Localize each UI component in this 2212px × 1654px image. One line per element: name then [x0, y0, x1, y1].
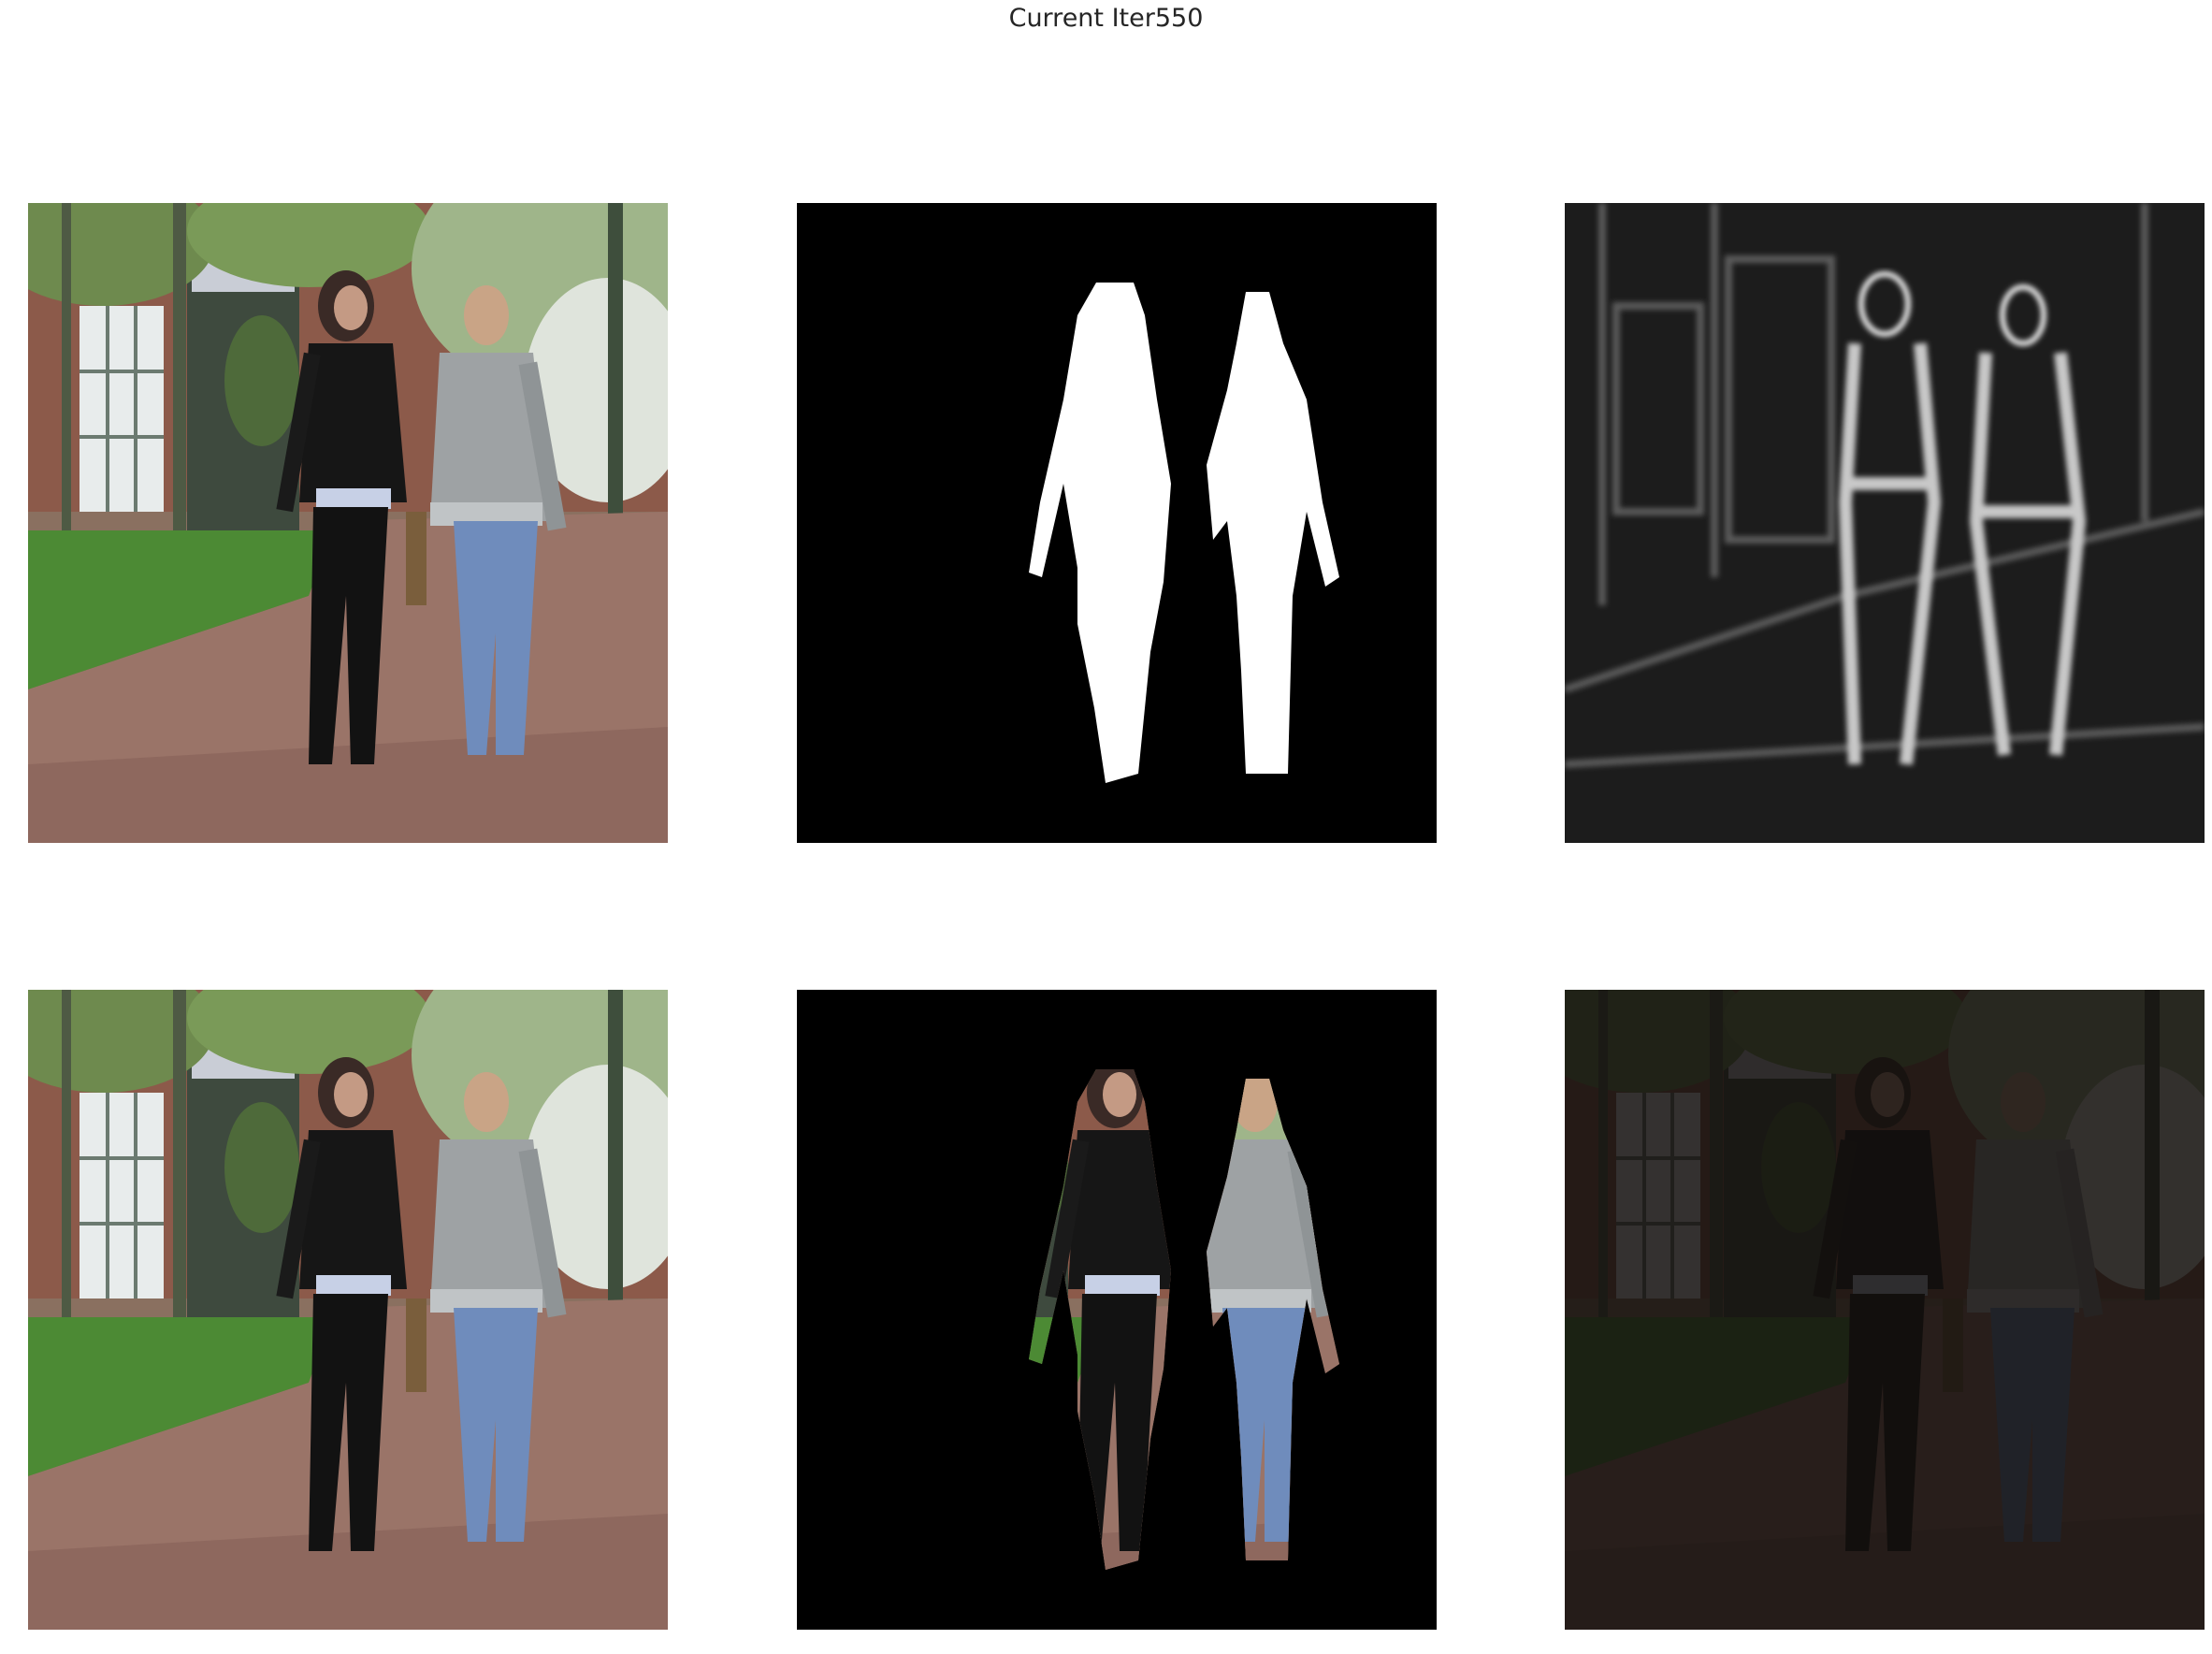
- photo-two-people-walking-icon: [28, 990, 668, 1630]
- grayscale-map-panel: [1565, 203, 2205, 843]
- masked-foreground-panel: [797, 990, 1437, 1630]
- people-cutout-on-black-icon: [797, 990, 1437, 1630]
- figure-suptitle: Current Iter550: [1008, 4, 1204, 33]
- photo-two-people-walking-icon: [28, 203, 668, 843]
- binary-mask-panel: [797, 203, 1437, 843]
- dark-reconstruction-panel: [1565, 990, 2205, 1630]
- white-silhouettes-on-black-icon: [797, 203, 1437, 843]
- grayscale-edge-map-icon: [1565, 203, 2205, 843]
- original-image-panel-bottom: [28, 990, 668, 1630]
- dark-reconstruction-icon: [1565, 990, 2205, 1630]
- original-image-panel-top: [28, 203, 668, 843]
